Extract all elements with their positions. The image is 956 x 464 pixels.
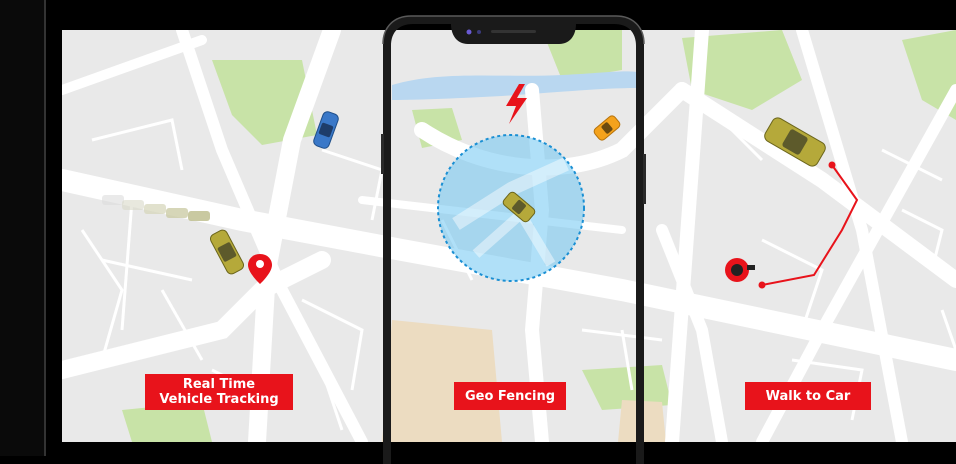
speaker-grille xyxy=(491,30,536,33)
sidebar-divider xyxy=(44,0,46,456)
feature-label-tracking[interactable]: Real Time Vehicle Tracking xyxy=(145,374,293,410)
tracking-label-line2: Vehicle Tracking xyxy=(159,392,279,407)
taxi-car xyxy=(593,115,621,141)
geofencing-label: Geo Fencing xyxy=(464,388,556,404)
left-sidebar xyxy=(0,0,44,456)
feature-label-geofencing[interactable]: Geo Fencing xyxy=(454,382,566,410)
route-end-dot xyxy=(828,161,836,169)
walk-to-car-label: Walk to Car xyxy=(765,388,851,404)
tracking-label-line1: Real Time xyxy=(182,377,256,392)
app-banner: Real Time Vehicle Tracking Geo Fencing W… xyxy=(0,0,956,464)
feature-label-walk-to-car[interactable]: Walk to Car xyxy=(745,382,871,410)
route-start-dot xyxy=(758,281,766,289)
camera-icon xyxy=(466,29,472,35)
lightning-icon xyxy=(506,84,527,124)
